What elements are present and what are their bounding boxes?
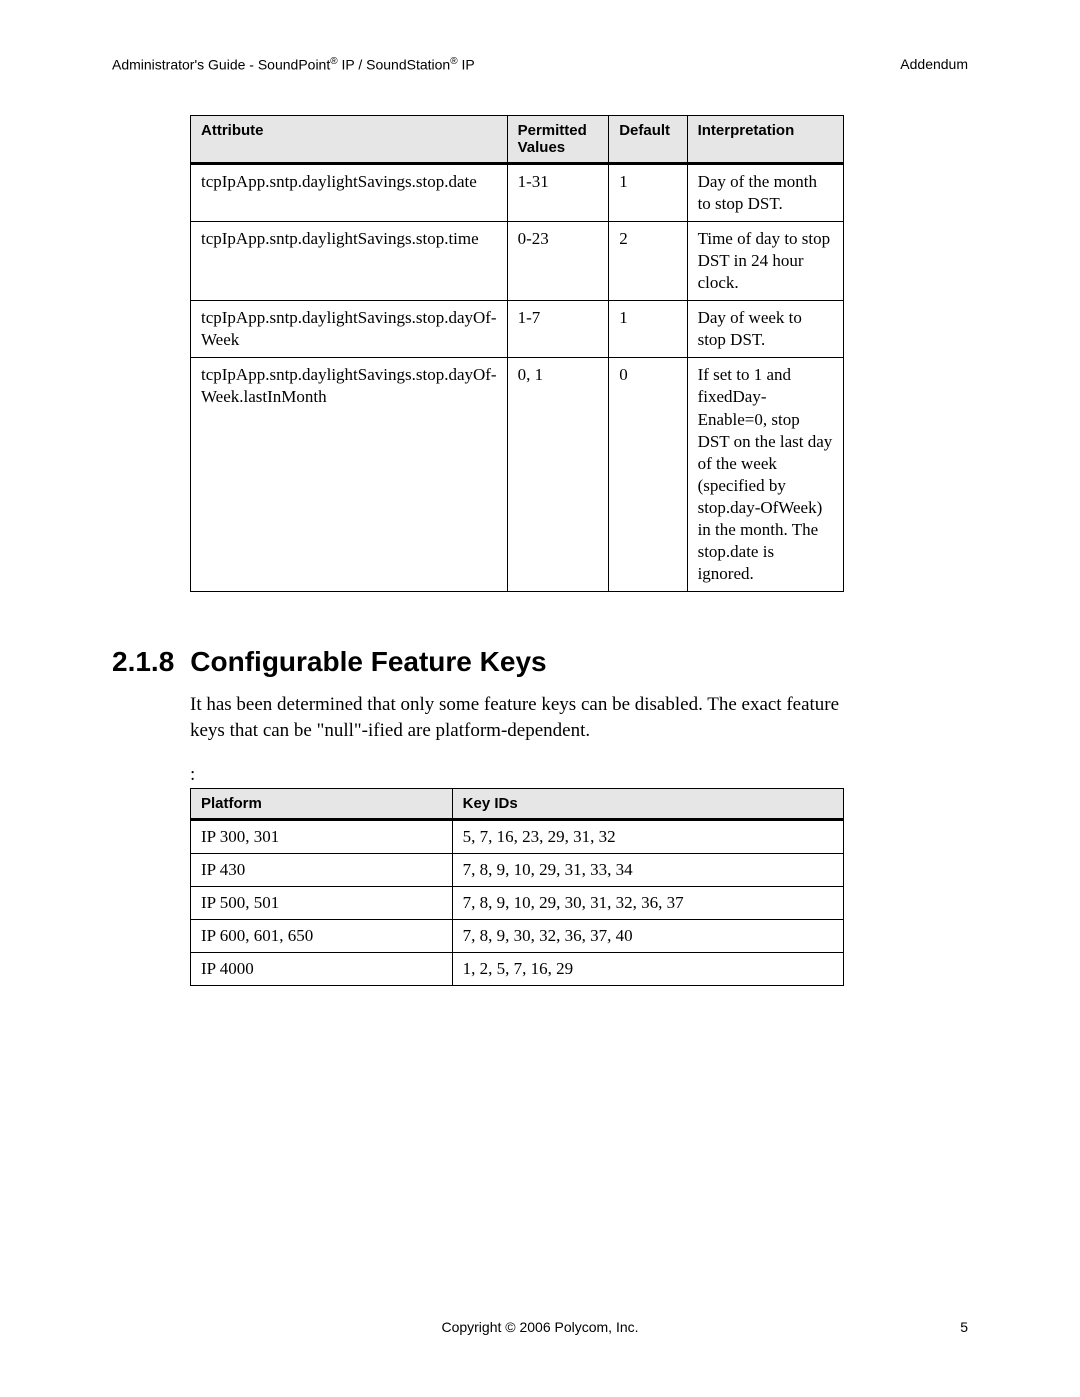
attribute-table: Attribute Permitted Values Default Inter… bbox=[190, 115, 844, 593]
th-default: Default bbox=[609, 115, 687, 163]
page-header: Administrator's Guide - SoundPoint® IP /… bbox=[112, 56, 968, 73]
cell-keyids: 7, 8, 9, 10, 29, 31, 33, 34 bbox=[452, 853, 843, 886]
header-right: Addendum bbox=[900, 56, 968, 73]
section-title: Configurable Feature Keys bbox=[190, 646, 546, 677]
cell-platform: IP 300, 301 bbox=[191, 819, 453, 853]
table-row: IP 500, 501 7, 8, 9, 10, 29, 30, 31, 32,… bbox=[191, 886, 844, 919]
cell-default: 1 bbox=[609, 301, 687, 358]
section-heading: 2.1.8 Configurable Feature Keys bbox=[112, 646, 968, 678]
attribute-table-wrap: Attribute Permitted Values Default Inter… bbox=[190, 115, 968, 593]
table-row: tcpIpApp.sntp.daylightSavings.stop.time … bbox=[191, 221, 844, 300]
cell-permitted: 0-23 bbox=[507, 221, 609, 300]
cell-permitted: 1-7 bbox=[507, 301, 609, 358]
header-left-suffix: IP bbox=[458, 57, 475, 73]
section-body: It has been determined that only some fe… bbox=[190, 692, 850, 743]
cell-interpretation: Day of the month to stop DST. bbox=[687, 163, 843, 221]
page-number: 5 bbox=[960, 1319, 968, 1335]
cell-permitted: 0, 1 bbox=[507, 358, 609, 592]
registered-mark: ® bbox=[330, 56, 337, 67]
table-row: IP 430 7, 8, 9, 10, 29, 31, 33, 34 bbox=[191, 853, 844, 886]
cell-interpretation: If set to 1 and fixedDay-Enable=0, stop … bbox=[687, 358, 843, 592]
th-platform: Platform bbox=[191, 788, 453, 819]
table-row: IP 300, 301 5, 7, 16, 23, 29, 31, 32 bbox=[191, 819, 844, 853]
table-row: tcpIpApp.sntp.daylightSavings.stop.dayOf… bbox=[191, 358, 844, 592]
cell-keyids: 7, 8, 9, 30, 32, 36, 37, 40 bbox=[452, 919, 843, 952]
platform-table: Platform Key IDs IP 300, 301 5, 7, 16, 2… bbox=[190, 788, 844, 986]
cell-default: 1 bbox=[609, 163, 687, 221]
table-header-row: Platform Key IDs bbox=[191, 788, 844, 819]
cell-permitted: 1-31 bbox=[507, 163, 609, 221]
cell-attribute: tcpIpApp.sntp.daylightSavings.stop.dayOf… bbox=[191, 301, 508, 358]
th-interpretation: Interpretation bbox=[687, 115, 843, 163]
cell-platform: IP 600, 601, 650 bbox=[191, 919, 453, 952]
table-row: IP 4000 1, 2, 5, 7, 16, 29 bbox=[191, 952, 844, 985]
table-intro-colon: : bbox=[190, 764, 968, 786]
header-left-mid: IP / SoundStation bbox=[338, 57, 451, 73]
cell-keyids: 5, 7, 16, 23, 29, 31, 32 bbox=[452, 819, 843, 853]
table-row: IP 600, 601, 650 7, 8, 9, 30, 32, 36, 37… bbox=[191, 919, 844, 952]
cell-attribute: tcpIpApp.sntp.daylightSavings.stop.dayOf… bbox=[191, 358, 508, 592]
table-header-row: Attribute Permitted Values Default Inter… bbox=[191, 115, 844, 163]
table-row: tcpIpApp.sntp.daylightSavings.stop.dayOf… bbox=[191, 301, 844, 358]
cell-attribute: tcpIpApp.sntp.daylightSavings.stop.time bbox=[191, 221, 508, 300]
registered-mark: ® bbox=[450, 56, 457, 67]
cell-default: 0 bbox=[609, 358, 687, 592]
th-keyids: Key IDs bbox=[452, 788, 843, 819]
cell-keyids: 7, 8, 9, 10, 29, 30, 31, 32, 36, 37 bbox=[452, 886, 843, 919]
cell-platform: IP 4000 bbox=[191, 952, 453, 985]
th-permitted: Permitted Values bbox=[507, 115, 609, 163]
cell-keyids: 1, 2, 5, 7, 16, 29 bbox=[452, 952, 843, 985]
platform-table-wrap: Platform Key IDs IP 300, 301 5, 7, 16, 2… bbox=[190, 788, 968, 986]
section-number: 2.1.8 bbox=[112, 646, 174, 678]
cell-platform: IP 430 bbox=[191, 853, 453, 886]
th-attribute: Attribute bbox=[191, 115, 508, 163]
copyright-text: Copyright © 2006 Polycom, Inc. bbox=[441, 1319, 638, 1335]
cell-platform: IP 500, 501 bbox=[191, 886, 453, 919]
header-left-prefix: Administrator's Guide - SoundPoint bbox=[112, 57, 330, 73]
page-footer: Copyright © 2006 Polycom, Inc. 5 bbox=[112, 1319, 968, 1335]
cell-interpretation: Time of day to stop DST in 24 hour clock… bbox=[687, 221, 843, 300]
table-row: tcpIpApp.sntp.daylightSavings.stop.date … bbox=[191, 163, 844, 221]
cell-interpretation: Day of week to stop DST. bbox=[687, 301, 843, 358]
cell-default: 2 bbox=[609, 221, 687, 300]
cell-attribute: tcpIpApp.sntp.daylightSavings.stop.date bbox=[191, 163, 508, 221]
header-left: Administrator's Guide - SoundPoint® IP /… bbox=[112, 56, 475, 73]
